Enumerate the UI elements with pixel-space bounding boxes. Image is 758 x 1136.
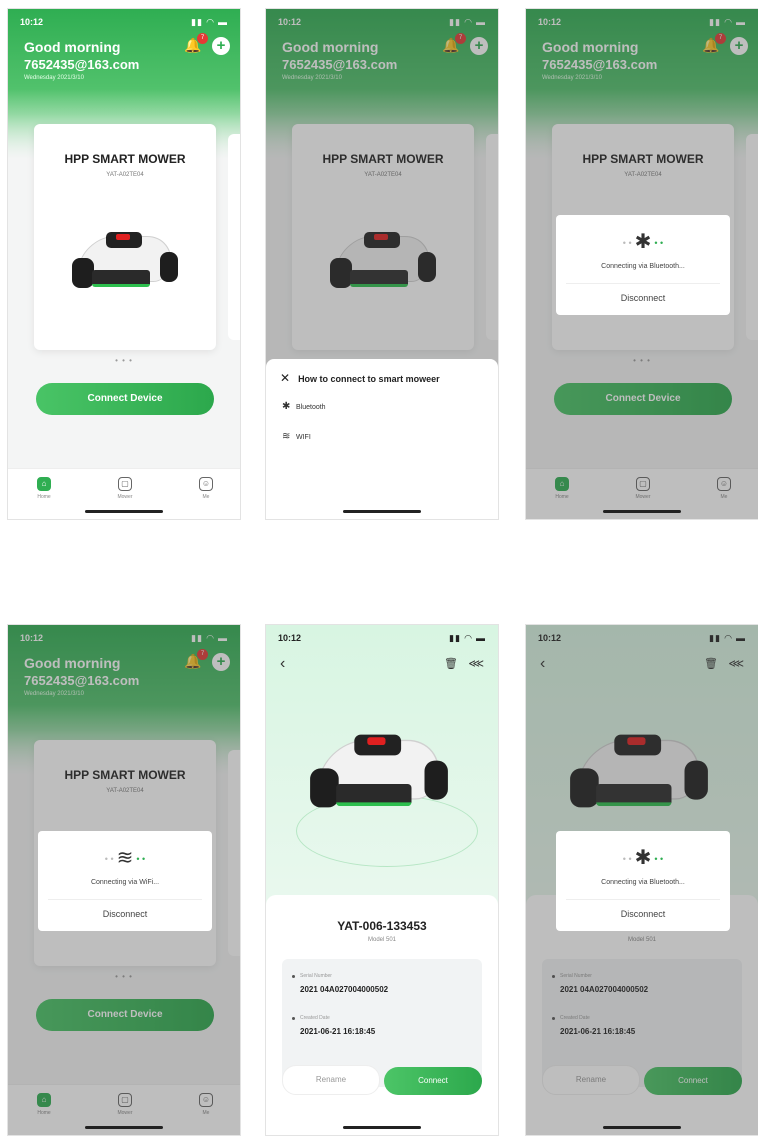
disconnect-button[interactable]: Disconnect <box>556 909 730 919</box>
mower-icon: ▢ <box>118 477 132 491</box>
wifi-icon: ≋ <box>282 431 291 442</box>
screen-detail-connecting: 10:12 ▮▮ ◠ ▬ ‹ 🗑 ⋘ Model 501 Serial Numbe… <box>525 624 758 1136</box>
tab-me[interactable]: ☺ Me <box>186 477 226 500</box>
device-card[interactable]: HPP SMART MOWER YAT-A02TE04 <box>34 124 216 350</box>
trash-icon[interactable]: 🗑 <box>444 657 458 670</box>
sheet-header: ✕ How to connect to smart moweer <box>280 371 440 385</box>
home-indicator <box>343 1126 421 1129</box>
disconnect-button[interactable]: Disconnect <box>38 909 212 919</box>
home-indicator <box>603 510 681 513</box>
serial-value: 2021 04A027004000502 <box>300 985 389 994</box>
next-card-peek[interactable] <box>228 134 240 340</box>
connecting-text: Connecting via WiFi... <box>90 879 160 886</box>
connect-method-sheet: ✕ How to connect to smart moweer ✱ Bluetoo… <box>266 359 498 519</box>
serial-label: Serial Number <box>300 973 332 979</box>
user-email: 7652435@163.com <box>24 57 140 72</box>
device-title: HPP SMART MOWER <box>64 152 186 166</box>
greeting: Good morning <box>24 39 121 55</box>
created-label: Created Date <box>300 1015 330 1021</box>
notification-badge: 7 <box>197 33 208 44</box>
status-bar: 10:12 ▮▮ ◠ ▬ <box>20 17 228 31</box>
created-value: 2021-06-21 16:18:45 <box>300 1027 376 1036</box>
mower-image <box>70 224 180 296</box>
bluetooth-icon: ✱ <box>282 401 291 412</box>
wifi-icon: ≋ <box>116 847 134 869</box>
screen-connecting-wifi: 10:12 ▮▮ ◠ ▬ Good morning 7652435@163.com… <box>7 624 241 1136</box>
connecting-dialog: • • ≋ • • Connecting via WiFi... Disconnec… <box>38 831 212 931</box>
bluetooth-icon: ✱ <box>634 847 652 869</box>
screen-device-detail: 10:12 ▮▮ ◠ ▬ ‹ 🗑 ⋘ YAT-006-133453 Model 5… <box>265 624 499 1136</box>
screen-home: 10:12 ▮▮ ◠ ▬ Good morning 7652435@163.com… <box>7 8 241 520</box>
home-icon: ⌂ <box>37 477 51 491</box>
mower-image <box>308 724 451 818</box>
connecting-text: Connecting via Bluetooth... <box>601 879 685 886</box>
tab-home[interactable]: ⌂ Home <box>24 477 64 500</box>
home-indicator <box>85 1126 163 1129</box>
date-label: Wednesday 2021/3/10 <box>24 75 84 81</box>
device-model: Model 501 <box>367 937 397 943</box>
disconnect-button[interactable]: Disconnect <box>556 293 730 303</box>
connect-device-button[interactable]: Connect Device <box>36 383 214 415</box>
home-indicator <box>85 510 163 513</box>
home-indicator <box>603 1126 681 1129</box>
close-icon[interactable]: ✕ <box>280 371 290 385</box>
option-bluetooth[interactable]: ✱ Bluetooth <box>282 401 326 412</box>
connect-button[interactable]: Connect <box>384 1067 482 1095</box>
device-info-card: YAT-006-133453 Model 501 Serial Number 2… <box>266 895 498 1135</box>
device-serial-title: YAT-006-133453 <box>337 919 427 933</box>
device-model: YAT-A02TE04 <box>106 172 144 178</box>
bluetooth-icon: ✱ <box>634 231 652 253</box>
sheet-title: How to connect to smart moweer <box>298 374 440 384</box>
screen-connecting-bluetooth: 10:12 ▮▮ ◠ ▬ Good morning 7652435@163.com… <box>525 8 758 520</box>
connecting-dialog: • • ✱ • • Connecting via Bluetooth... Disc… <box>556 215 730 315</box>
connecting-text: Connecting via Bluetooth... <box>601 263 685 270</box>
status-time: 10:12 <box>20 17 44 27</box>
screen-connect-method: 10:12 ▮▮ ◠ ▬ Good morning 7652435@163.com… <box>265 8 499 520</box>
option-wifi[interactable]: ≋ WIFI <box>282 431 311 442</box>
rename-button[interactable]: Rename <box>282 1065 380 1095</box>
status-icons: ▮▮ ◠ ▬ <box>191 17 228 27</box>
tab-mower[interactable]: ▢ Mower <box>105 477 145 500</box>
back-icon[interactable]: ‹ <box>280 655 285 673</box>
profile-icon: ☺ <box>199 477 213 491</box>
add-device-button[interactable]: + <box>212 37 230 55</box>
pager-dots: • • • <box>115 356 133 365</box>
connecting-dialog: • • ✱ • • Connecting via Bluetooth... Disc… <box>556 831 730 931</box>
share-icon[interactable]: ⋘ <box>468 657 484 670</box>
home-indicator <box>343 510 421 513</box>
